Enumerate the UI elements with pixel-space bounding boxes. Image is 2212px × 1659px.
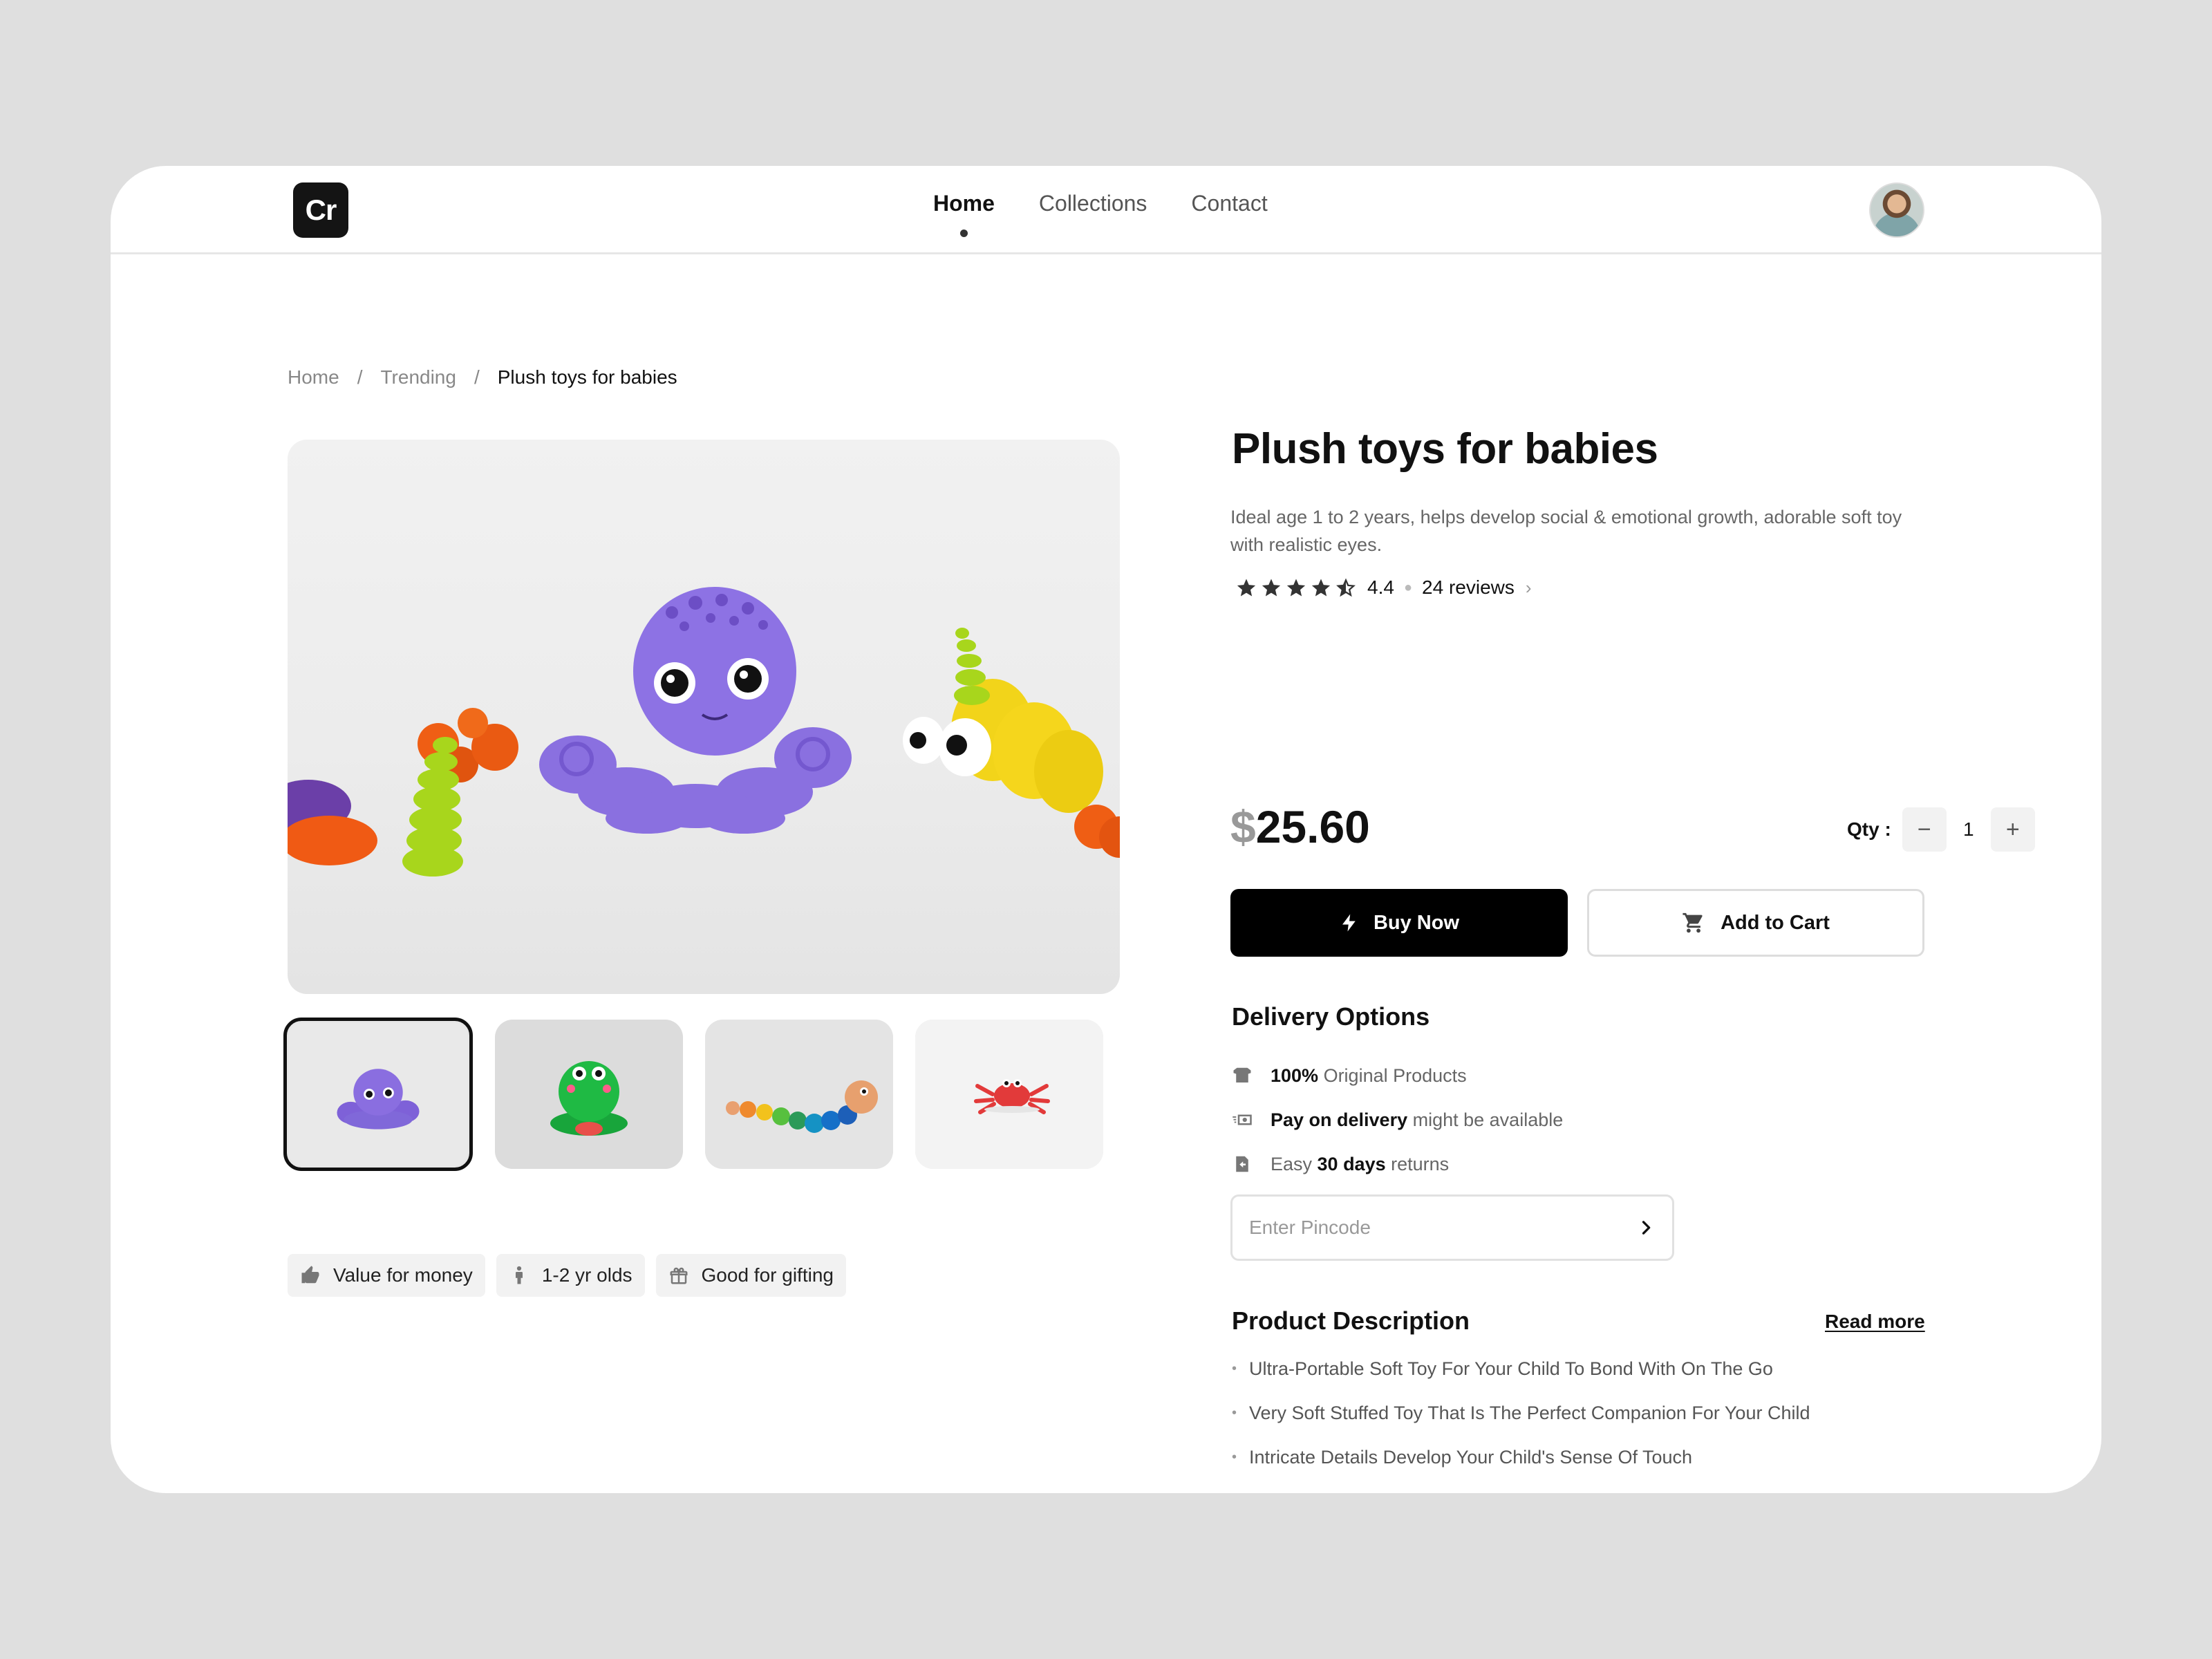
tag-age: 1-2 yr olds	[496, 1254, 645, 1297]
top-header: Cr Home Collections Contact	[111, 166, 2101, 254]
delivery-returns-text: Easy 30 days returns	[1271, 1153, 1450, 1174]
breadcrumb-separator: /	[357, 366, 363, 388]
add-to-cart-label: Add to Cart	[1721, 911, 1830, 934]
nav-contact[interactable]: Contact	[1191, 166, 1267, 254]
breadcrumb-home[interactable]: Home	[288, 366, 339, 388]
description-bullet: Intricate Details Develop Your Child's S…	[1232, 1435, 1810, 1479]
delivery-options-list: 100% Original Products Pay on delivery m…	[1232, 1053, 1563, 1186]
read-more-link[interactable]: Read more	[1825, 1311, 1925, 1333]
product-tags: Value for money 1-2 yr olds Good for gif…	[288, 1254, 846, 1297]
main-nav: Home Collections Contact	[933, 166, 1268, 254]
nav-collections[interactable]: Collections	[1039, 166, 1147, 254]
lightning-icon	[1342, 914, 1356, 932]
price-amount: 25.60	[1255, 801, 1370, 852]
qty-label: Qty :	[1847, 818, 1891, 840]
tag-value-for-money: Value for money	[288, 1254, 485, 1297]
box-icon	[1233, 1067, 1251, 1082]
breadcrumb-current: Plush toys for babies	[497, 366, 677, 388]
reviews-link[interactable]: 24 reviews	[1422, 577, 1515, 599]
chevron-right-icon[interactable]: ›	[1526, 577, 1532, 599]
nav-home-label: Home	[933, 191, 995, 216]
pincode-input[interactable]	[1249, 1217, 1609, 1239]
star-full-icon	[1286, 579, 1306, 597]
rating-separator-dot: ●	[1403, 579, 1413, 595]
buy-now-button[interactable]: Buy Now	[1230, 889, 1568, 957]
user-avatar[interactable]	[1869, 182, 1924, 238]
quantity-stepper: Qty : − 1 +	[1847, 807, 2035, 852]
star-rating	[1236, 577, 1356, 598]
product-price: $25.60	[1230, 800, 1370, 853]
qty-value: 1	[1962, 818, 1974, 840]
delivery-pay-text: Pay on delivery might be available	[1271, 1109, 1564, 1130]
product-rating: 4.4 ● 24 reviews ›	[1236, 577, 1532, 599]
brand-logo[interactable]: Cr	[293, 182, 348, 238]
gift-icon	[670, 1267, 688, 1284]
thumbnail-frog[interactable]	[495, 1020, 683, 1169]
thumbs-up-icon	[301, 1266, 319, 1284]
rating-value: 4.4	[1367, 577, 1394, 598]
nav-collections-label: Collections	[1038, 191, 1147, 216]
thumbnail-crab[interactable]	[915, 1020, 1103, 1169]
nav-home[interactable]: Home	[933, 166, 995, 254]
delivery-returns: Easy 30 days returns	[1232, 1142, 1563, 1186]
delivery-options-title: Delivery Options	[1232, 1002, 1430, 1031]
description-bullet: Ultra-Portable Soft Toy For Your Child T…	[1232, 1347, 1810, 1391]
delivery-original: 100% Original Products	[1232, 1053, 1563, 1098]
star-full-icon	[1237, 579, 1256, 597]
star-half-icon	[1336, 578, 1356, 597]
main-product-image	[288, 440, 1120, 994]
qty-decrease-button[interactable]: −	[1902, 807, 1947, 852]
thumbnail-octopus[interactable]	[283, 1018, 473, 1171]
star-full-icon	[1262, 579, 1281, 597]
star-full-icon	[1311, 579, 1331, 597]
thumbnail-strip	[283, 1018, 1103, 1171]
active-indicator-dot	[960, 229, 968, 237]
thumbnail-caterpillar[interactable]	[705, 1020, 893, 1169]
child-icon	[515, 1266, 523, 1284]
product-description-title: Product Description	[1232, 1306, 1470, 1335]
tag-label: 1-2 yr olds	[541, 1264, 632, 1286]
tag-gifting: Good for gifting	[655, 1254, 846, 1297]
add-to-cart-button[interactable]: Add to Cart	[1587, 889, 1924, 957]
breadcrumb-separator: /	[474, 366, 480, 388]
pincode-field	[1230, 1194, 1674, 1261]
delivery-pay-on-delivery: Pay on delivery might be available	[1232, 1098, 1563, 1142]
tag-label: Good for gifting	[701, 1264, 834, 1286]
product-page-card: Cr Home Collections Contact Home / Trend…	[111, 166, 2101, 1493]
product-subtitle: Ideal age 1 to 2 years, helps develop so…	[1230, 507, 1902, 555]
return-icon	[1236, 1156, 1248, 1172]
cash-icon	[1232, 1114, 1252, 1125]
buy-now-label: Buy Now	[1373, 911, 1460, 934]
breadcrumb: Home / Trending / Plush toys for babies	[288, 366, 677, 388]
product-description-list: Ultra-Portable Soft Toy For Your Child T…	[1232, 1347, 1810, 1479]
description-bullet: Very Soft Stuffed Toy That Is The Perfec…	[1232, 1391, 1810, 1435]
nav-contact-label: Contact	[1191, 191, 1268, 216]
qty-increase-button[interactable]: +	[1990, 807, 2035, 852]
tag-label: Value for money	[333, 1264, 473, 1286]
delivery-original-text: 100% Original Products	[1271, 1065, 1467, 1086]
cart-icon	[1683, 912, 1703, 933]
breadcrumb-trending[interactable]: Trending	[380, 366, 456, 388]
thumbnail-octopus-image	[289, 1023, 467, 1165]
chevron-right-icon[interactable]	[1636, 1218, 1656, 1237]
product-title: Plush toys for babies	[1232, 425, 1658, 473]
price-currency: $	[1230, 801, 1256, 852]
